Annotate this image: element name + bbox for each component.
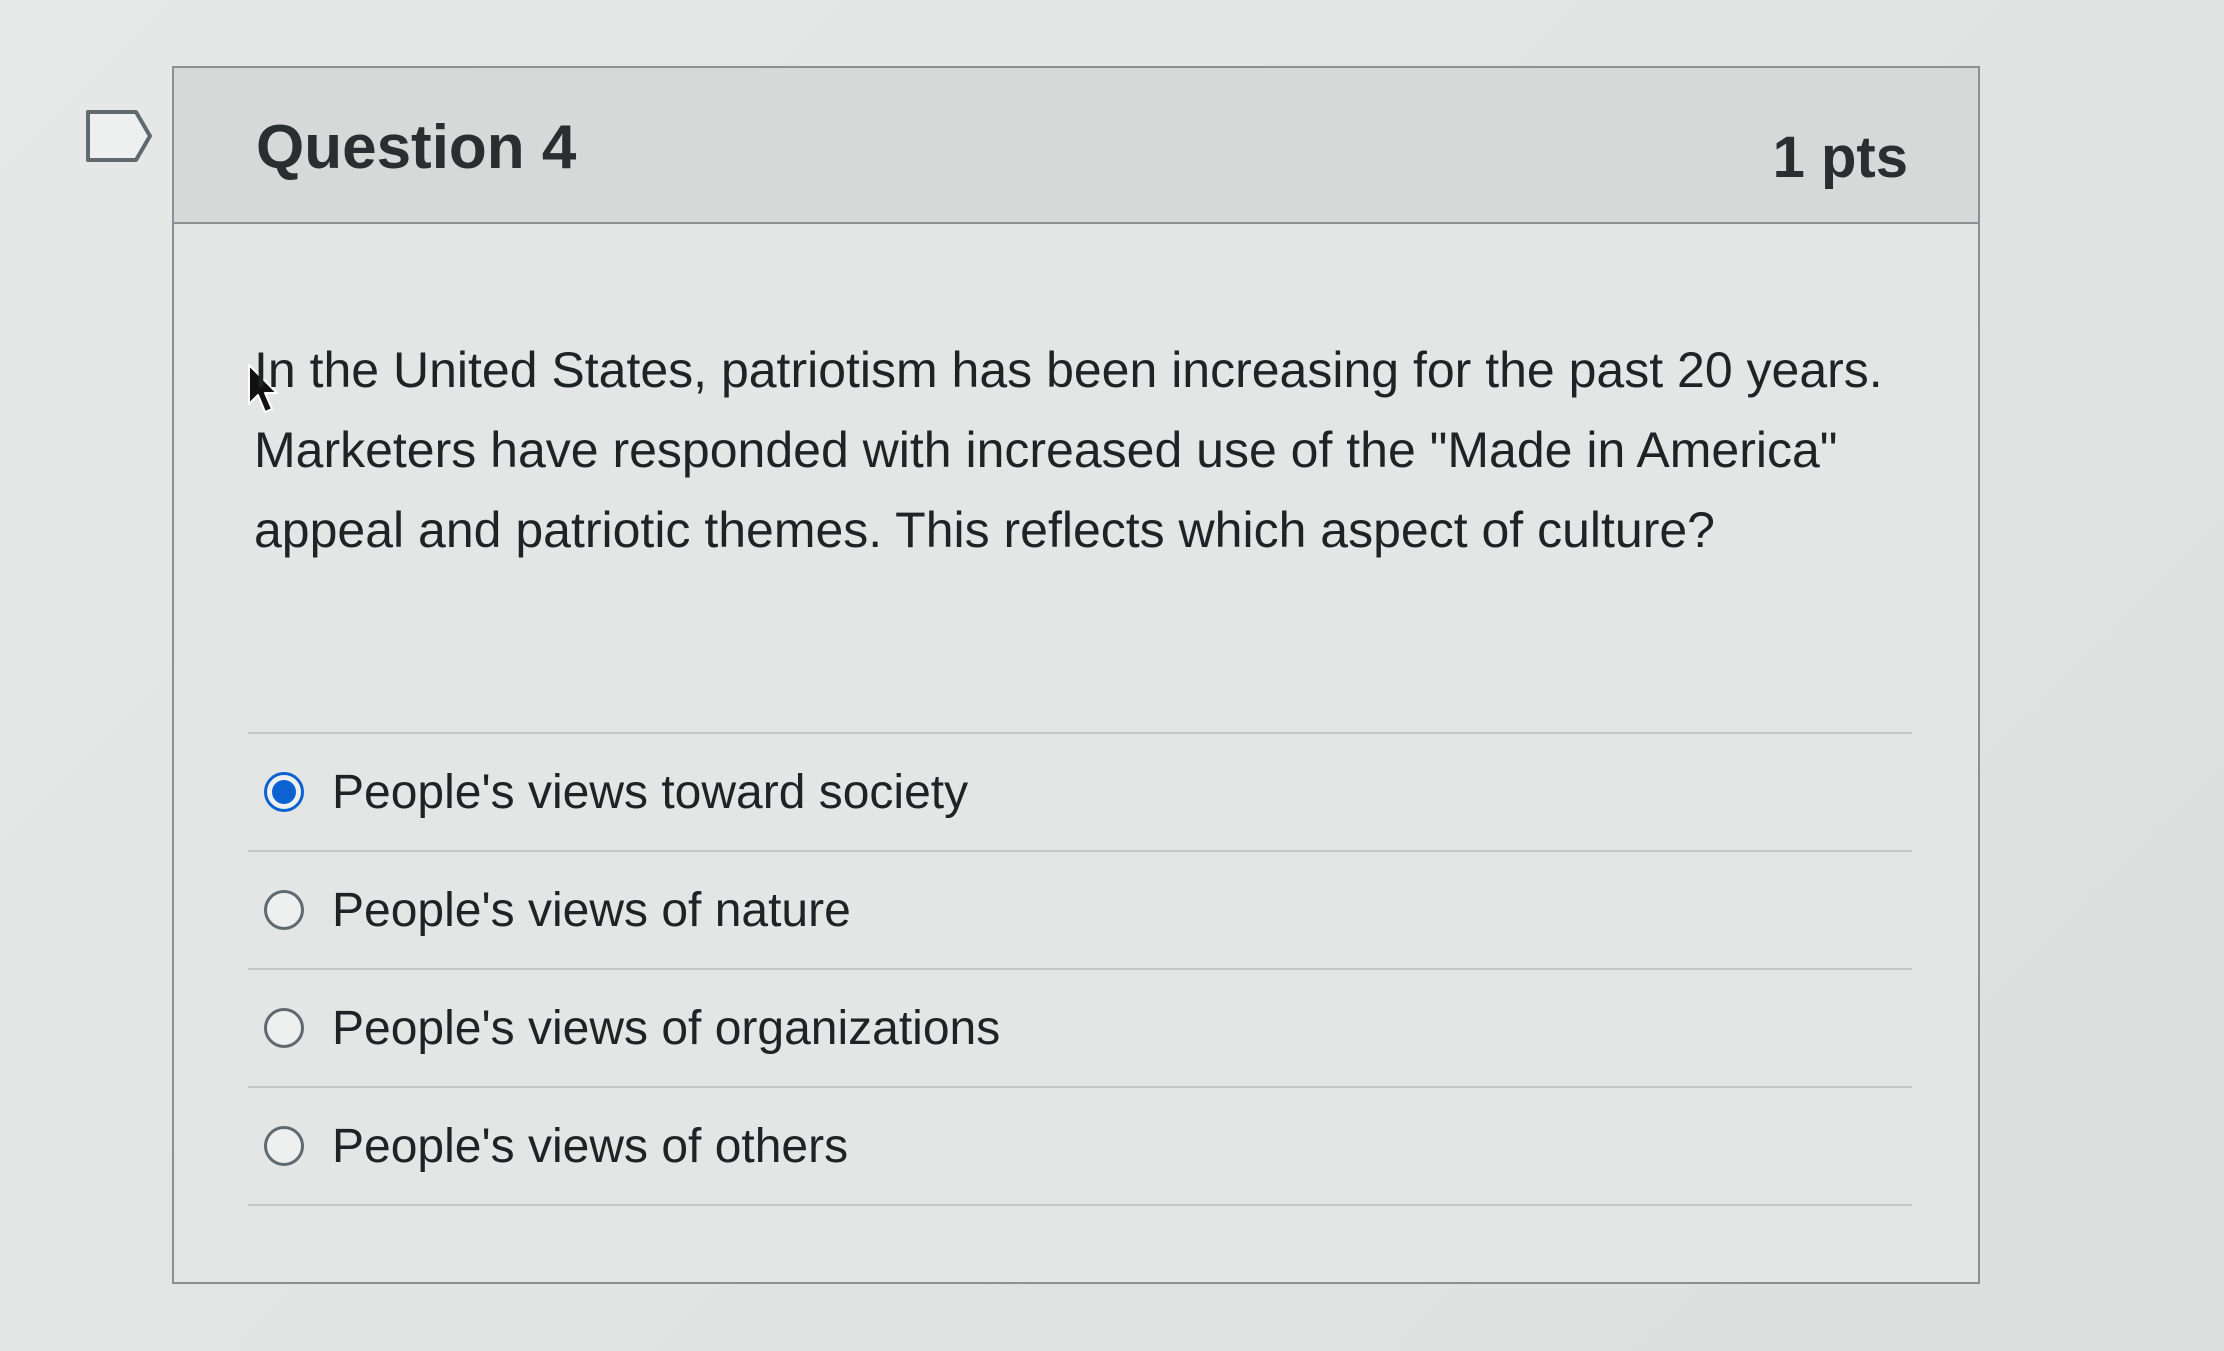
answer-label: People's views of organizations bbox=[332, 1001, 1001, 1055]
question-title: Question 4 bbox=[256, 113, 577, 182]
radio-button[interactable] bbox=[264, 890, 304, 930]
question-text: In the United States, patriotism has bee… bbox=[254, 342, 1883, 558]
answer-list: People's views toward society People's v… bbox=[248, 732, 1912, 1206]
answer-label: People's views of others bbox=[332, 1119, 849, 1173]
radio-button[interactable] bbox=[264, 1008, 304, 1048]
answer-option-4[interactable]: People's views of others bbox=[248, 1088, 1912, 1206]
answer-option-2[interactable]: People's views of nature bbox=[248, 852, 1912, 970]
flag-question-icon[interactable] bbox=[84, 108, 154, 164]
question-header: Question 4 1 pts bbox=[174, 68, 1978, 224]
question-card: Question 4 1 pts In the United States, p… bbox=[172, 66, 1980, 1284]
radio-button-selected[interactable] bbox=[264, 772, 304, 812]
answer-option-3[interactable]: People's views of organizations bbox=[248, 970, 1912, 1088]
radio-button[interactable] bbox=[264, 1126, 304, 1166]
question-points: 1 pts bbox=[1772, 125, 1908, 190]
answer-label: People's views toward society bbox=[332, 765, 969, 819]
answer-option-1[interactable]: People's views toward society bbox=[248, 734, 1912, 852]
answer-label: People's views of nature bbox=[332, 883, 851, 937]
